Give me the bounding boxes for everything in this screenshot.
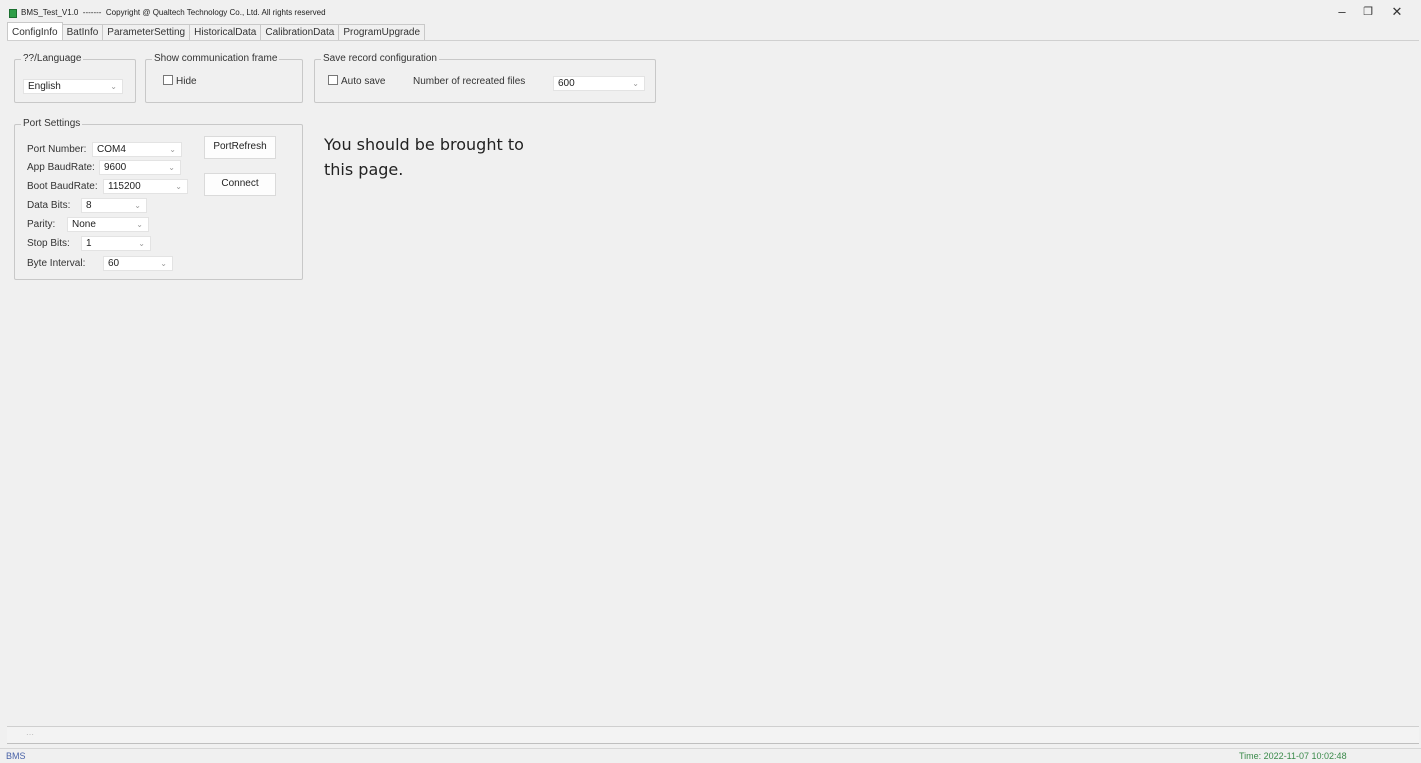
checkbox-icon — [163, 75, 173, 85]
language-legend: ??/Language — [21, 53, 84, 64]
boot-baudrate-select[interactable]: 115200 ⌄ — [103, 179, 188, 194]
chevron-down-icon: ⌄ — [175, 182, 182, 191]
title-bar: BMS_Test_V1.0 ------- Copyright @ Qualte… — [0, 0, 1421, 22]
data-bits-label: Data Bits: — [27, 200, 71, 211]
tab-calibrationdata[interactable]: CalibrationData — [260, 24, 340, 40]
save-record-group: Save record configuration Auto save Numb… — [314, 53, 656, 103]
stop-bits-label: Stop Bits: — [27, 238, 70, 249]
language-group: ??/Language English ⌄ — [14, 53, 136, 103]
app-baudrate-value: 9600 — [104, 162, 127, 173]
restore-button[interactable]: ❐ — [1353, 3, 1383, 21]
checkbox-icon — [328, 75, 338, 85]
instruction-callout: You should be brought to this page. — [324, 132, 524, 182]
port-refresh-button[interactable]: PortRefresh — [204, 136, 276, 159]
save-record-legend: Save record configuration — [321, 53, 439, 64]
chevron-down-icon: ⌄ — [169, 145, 176, 154]
connect-button[interactable]: Connect — [204, 173, 276, 196]
status-app-label: BMS — [6, 751, 26, 761]
tab-programupgrade[interactable]: ProgramUpgrade — [338, 24, 426, 40]
hide-checkbox[interactable]: Hide — [163, 75, 197, 87]
auto-save-label: Auto save — [341, 76, 386, 87]
byte-interval-value: 60 — [108, 258, 120, 269]
language-select[interactable]: English ⌄ — [23, 79, 123, 94]
comm-frame-legend: Show communication frame — [152, 53, 280, 64]
chevron-down-icon: ⌄ — [168, 163, 175, 172]
recreated-files-value: 600 — [558, 78, 575, 89]
tab-batinfo[interactable]: BatInfo — [61, 24, 104, 40]
chevron-down-icon: ⌄ — [138, 239, 145, 248]
auto-save-checkbox[interactable]: Auto save — [328, 75, 385, 87]
status-time: Time: 2022-11-07 10:02:48 — [1239, 751, 1347, 761]
byte-interval-label: Byte Interval: — [27, 258, 86, 269]
chevron-down-icon: ⌄ — [632, 79, 639, 88]
tab-historicaldata[interactable]: HistoricalData — [189, 24, 262, 40]
data-bits-select[interactable]: 8 ⌄ — [81, 198, 147, 213]
chevron-down-icon: ⌄ — [136, 220, 143, 229]
port-settings-legend: Port Settings — [21, 118, 83, 129]
parity-select[interactable]: None ⌄ — [67, 217, 149, 232]
chevron-down-icon: ⌄ — [160, 259, 167, 268]
tab-strip: ConfigInfo BatInfo ParameterSetting Hist… — [7, 22, 426, 41]
app-icon — [9, 9, 17, 18]
app-baudrate-select[interactable]: 9600 ⌄ — [99, 160, 181, 175]
app-baudrate-label: App BaudRate: — [27, 162, 95, 173]
port-number-label: Port Number: — [27, 144, 87, 155]
window-title: BMS_Test_V1.0 ------- Copyright @ Qualte… — [21, 8, 326, 17]
tab-parametersetting[interactable]: ParameterSetting — [102, 24, 191, 40]
tab-panel-border — [7, 40, 1419, 41]
grip-icon: ⋯ — [26, 730, 34, 739]
hide-label: Hide — [176, 76, 197, 87]
stop-bits-select[interactable]: 1 ⌄ — [81, 236, 151, 251]
chevron-down-icon: ⌄ — [110, 82, 117, 91]
language-value: English — [28, 81, 61, 92]
close-button[interactable]: ✕ — [1382, 3, 1412, 21]
port-settings-group: Port Settings Port Number: COM4 ⌄ App Ba… — [14, 118, 303, 280]
port-number-select[interactable]: COM4 ⌄ — [92, 142, 182, 157]
byte-interval-select[interactable]: 60 ⌄ — [103, 256, 173, 271]
parity-label: Parity: — [27, 219, 56, 230]
callout-line-2: this page. — [324, 160, 404, 179]
callout-line-1: You should be brought to — [324, 135, 524, 154]
boot-baudrate-value: 115200 — [108, 181, 141, 192]
data-bits-value: 8 — [86, 200, 92, 211]
status-bar: BMS Time: 2022-11-07 10:02:48 — [0, 748, 1421, 763]
boot-baudrate-label: Boot BaudRate: — [27, 181, 98, 192]
log-panel[interactable]: ⋯ — [7, 726, 1419, 744]
port-number-value: COM4 — [97, 144, 126, 155]
parity-value: None — [72, 219, 96, 230]
stop-bits-value: 1 — [86, 238, 92, 249]
comm-frame-group: Show communication frame Hide — [145, 53, 303, 103]
recreated-files-label: Number of recreated files — [413, 76, 526, 87]
chevron-down-icon: ⌄ — [134, 201, 141, 210]
tab-configinfo[interactable]: ConfigInfo — [7, 22, 63, 40]
recreated-files-select[interactable]: 600 ⌄ — [553, 76, 645, 91]
